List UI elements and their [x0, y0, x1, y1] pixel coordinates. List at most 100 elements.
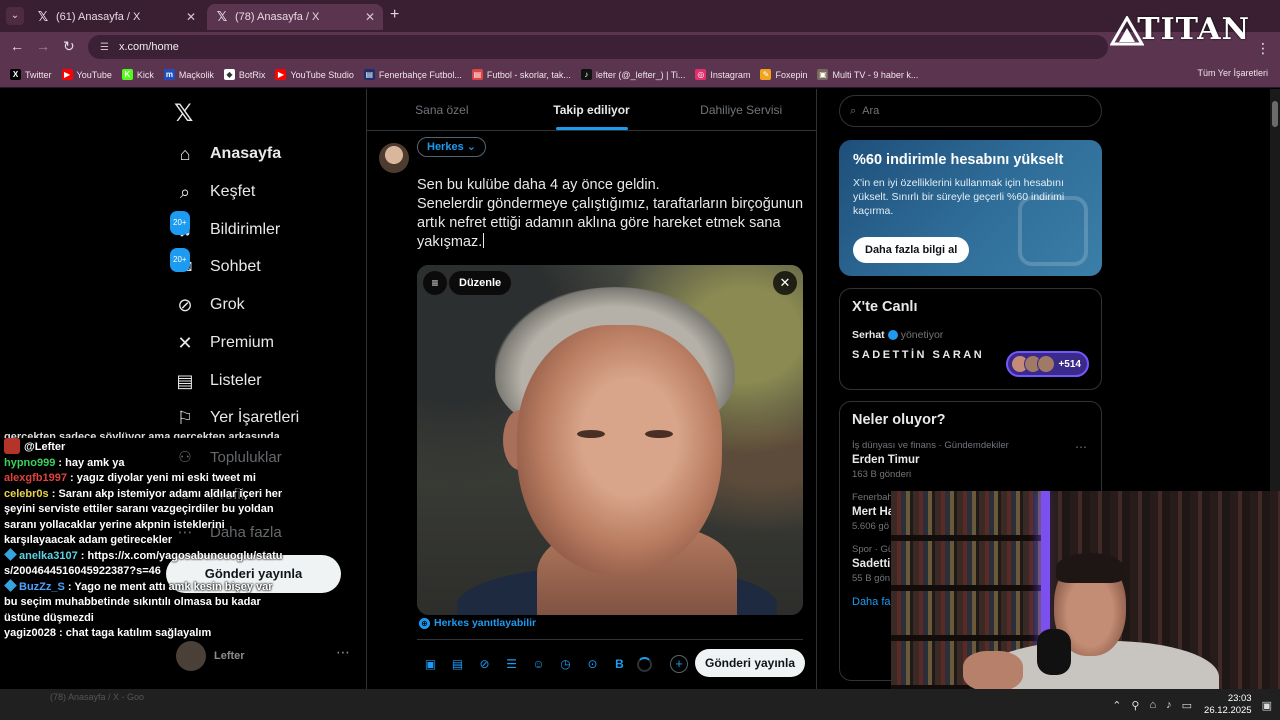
avatar [1037, 355, 1056, 373]
bookmark-label: Futbol - skorlar, tak... [486, 69, 571, 80]
avatar[interactable] [379, 143, 409, 173]
site-info-icon[interactable]: ☰ [100, 42, 109, 53]
media-edit-button[interactable]: Düzenle [449, 271, 512, 295]
nav-item-bell[interactable]: ♫20+ Bildirimler [170, 211, 280, 241]
bookmark-item[interactable]: m Maçkolik [163, 69, 214, 80]
media-remove-icon[interactable]: ✕ [773, 271, 797, 295]
tab-search-button[interactable]: ⌄ [6, 7, 24, 25]
location-icon[interactable]: ⊙ [579, 657, 606, 671]
search-input[interactable]: ⌕ Ara [839, 95, 1102, 127]
chat-text: chat taga katılım sağlayalım [65, 627, 212, 639]
audience-selector[interactable]: Herkes ⌄ [417, 137, 486, 157]
learn-more-button[interactable]: Daha fazla bilgi al [853, 237, 970, 263]
nav-item-list[interactable]: ▤ Listeler [174, 370, 261, 392]
x-logo-icon[interactable]: 𝕏 [174, 99, 193, 128]
tab-close-icon[interactable]: ✕ [186, 10, 196, 24]
reload-icon[interactable]: ↻ [63, 38, 75, 55]
browser-tab-2[interactable]: 𝕏 (78) Anasayfa / X ✕ [207, 4, 383, 30]
bookmark-item[interactable]: ▤ Futbol - skorlar, tak... [471, 69, 571, 80]
chat-message: anelka3107 : https://x.com/yagosabuncuog… [4, 547, 283, 577]
bookmark-favicon-icon: X [10, 69, 21, 80]
grok-icon[interactable]: ⊘ [471, 657, 498, 671]
search-icon: ⌕ [179, 182, 191, 202]
network-icon[interactable]: ⌂ [1149, 699, 1156, 711]
bookmark-favicon-icon: ▶ [61, 69, 73, 80]
back-arrow-icon[interactable]: ← [10, 38, 24, 54]
schedule-icon[interactable]: ◷ [552, 657, 579, 671]
system-tray: ⌃ ⚲ ⌂ ♪ ▭ 23:03 26.12.2025 ▣ [1102, 693, 1272, 717]
bold-icon[interactable]: B [606, 657, 633, 671]
post-button[interactable]: Gönderi yayınla [695, 649, 805, 677]
tab-close-icon[interactable]: ✕ [365, 10, 375, 24]
chat-message: yagiz0028 : chat taga katılım sağlayalım [4, 627, 212, 639]
trend-item[interactable]: İş dünyası ve finans · Gündemdekiler Erde… [852, 440, 1089, 480]
attached-image: ≡ Düzenle ✕ [417, 265, 803, 615]
trend-name: Erden Timur [852, 454, 920, 466]
more-options-icon[interactable]: ⋯ [336, 644, 350, 661]
reply-settings[interactable]: ⊕ Herkes yanıtlayabilir [419, 617, 536, 629]
gif-icon[interactable]: ▤ [444, 657, 471, 671]
listeners-pill[interactable]: +514 [1006, 351, 1089, 377]
bookmark-label: Foxepin [775, 69, 808, 80]
bookmark-item[interactable]: ♪ lefter (@_lefter_) | Ti... [580, 69, 686, 80]
emoji-icon[interactable]: ☺ [525, 657, 552, 671]
bookmark-item[interactable]: ▶ YouTube [61, 69, 112, 80]
chat-text: gerçekten sadece söylüyor ama gerçekten … [4, 431, 280, 438]
bookmark-item[interactable]: K Kick [121, 69, 154, 80]
checkmark-badge-icon [1018, 196, 1088, 266]
bookmark-item[interactable]: ▣ Multi TV - 9 haber k... [817, 69, 918, 80]
usb-icon[interactable]: ⚲ [1131, 699, 1139, 712]
bookmark-item[interactable]: ✎ Foxepin [760, 69, 807, 80]
microphone [1037, 629, 1071, 675]
webcam-overlay [891, 491, 1280, 696]
browser-menu-icon[interactable]: ⋮ [1256, 40, 1270, 57]
chat-message: hypno999 : hay amk ya [4, 456, 125, 469]
chevron-up-icon[interactable]: ⌃ [1112, 699, 1121, 712]
chat-username: hypno999 [4, 456, 56, 469]
all-bookmarks-button[interactable]: Tüm Yer İşaretleri [1197, 68, 1268, 78]
image-icon[interactable]: ▣ [417, 657, 444, 671]
bookmark-item[interactable]: ▶ YouTube Studio [275, 69, 354, 80]
chat-username: yagiz0028 [4, 627, 56, 639]
nav-item-grok[interactable]: ⊘ Grok [174, 294, 244, 316]
add-post-icon[interactable]: + [670, 655, 688, 673]
bookmark-label: lefter (@_lefter_) | Ti... [595, 69, 686, 80]
bookmark-item[interactable]: X Twitter [10, 69, 52, 80]
bookmark-item[interactable]: ▤ Fenerbahçe Futbol... [363, 69, 462, 80]
bookmark-item[interactable]: ◎ Instagram [695, 69, 750, 80]
tab-strip: ⌄ 𝕏 (61) Anasayfa / X ✕ 𝕏 (78) Anasayfa … [0, 0, 1280, 32]
notification-icon[interactable]: ▣ [1262, 699, 1272, 712]
tab-following[interactable]: Takip ediliyor [517, 89, 667, 130]
compose-textarea[interactable]: Sen bu kulübe daha 4 ay önce geldin. Sene… [417, 176, 809, 252]
live-title: X'te Canlı [852, 299, 918, 315]
more-options-icon[interactable]: ⋯ [1075, 440, 1087, 454]
media-options-icon[interactable]: ≡ [423, 271, 447, 295]
clock[interactable]: 23:03 26.12.2025 [1204, 693, 1252, 717]
tab-dahiliye-servisi[interactable]: Dahiliye Servisi [666, 89, 816, 130]
globe-icon: ⊕ [419, 617, 430, 629]
forward-arrow-icon[interactable]: → [36, 38, 50, 54]
bookmark-item[interactable]: ◆ BotRix [223, 69, 265, 80]
host-name: Serhat [852, 329, 885, 341]
tab-for-you[interactable]: Sana özel [367, 89, 517, 130]
timeline-tabs: Sana özel Takip ediliyor Dahiliye Servis… [367, 89, 816, 131]
bookmark-label: YouTube Studio [290, 69, 354, 80]
live-spaces-card[interactable]: X'te Canlı Serhat yönetiyor SADETTİN SAR… [839, 288, 1102, 390]
text-caret [483, 233, 485, 248]
browser-tab-1[interactable]: 𝕏 (61) Anasayfa / X ✕ [28, 4, 204, 30]
nav-item-search[interactable]: ⌕ Keşfet [174, 181, 255, 203]
nav-item-bookmark[interactable]: ⚐ Yer İşaretleri [174, 407, 299, 429]
nav-label: Premium [210, 334, 275, 351]
scrollbar-thumb[interactable] [1272, 101, 1278, 127]
notification-badge: 20+ [170, 248, 190, 272]
nav-item-mail[interactable]: ✉20+ Sohbet [170, 248, 261, 278]
battery-icon[interactable]: ▭ [1182, 699, 1192, 712]
poll-icon[interactable]: ☰ [498, 657, 525, 671]
volume-icon[interactable]: ♪ [1166, 699, 1172, 711]
x-icon: ✕ [177, 333, 193, 353]
new-tab-button[interactable]: + [390, 6, 399, 24]
taskbar-app[interactable]: (78) Anasayfa / X - Goo [50, 692, 144, 702]
nav-item-home[interactable]: ⌂ Anasayfa [174, 143, 282, 165]
address-bar[interactable]: ☰ x.com/home [88, 35, 1108, 59]
nav-item-x[interactable]: ✕ Premium [174, 332, 274, 354]
